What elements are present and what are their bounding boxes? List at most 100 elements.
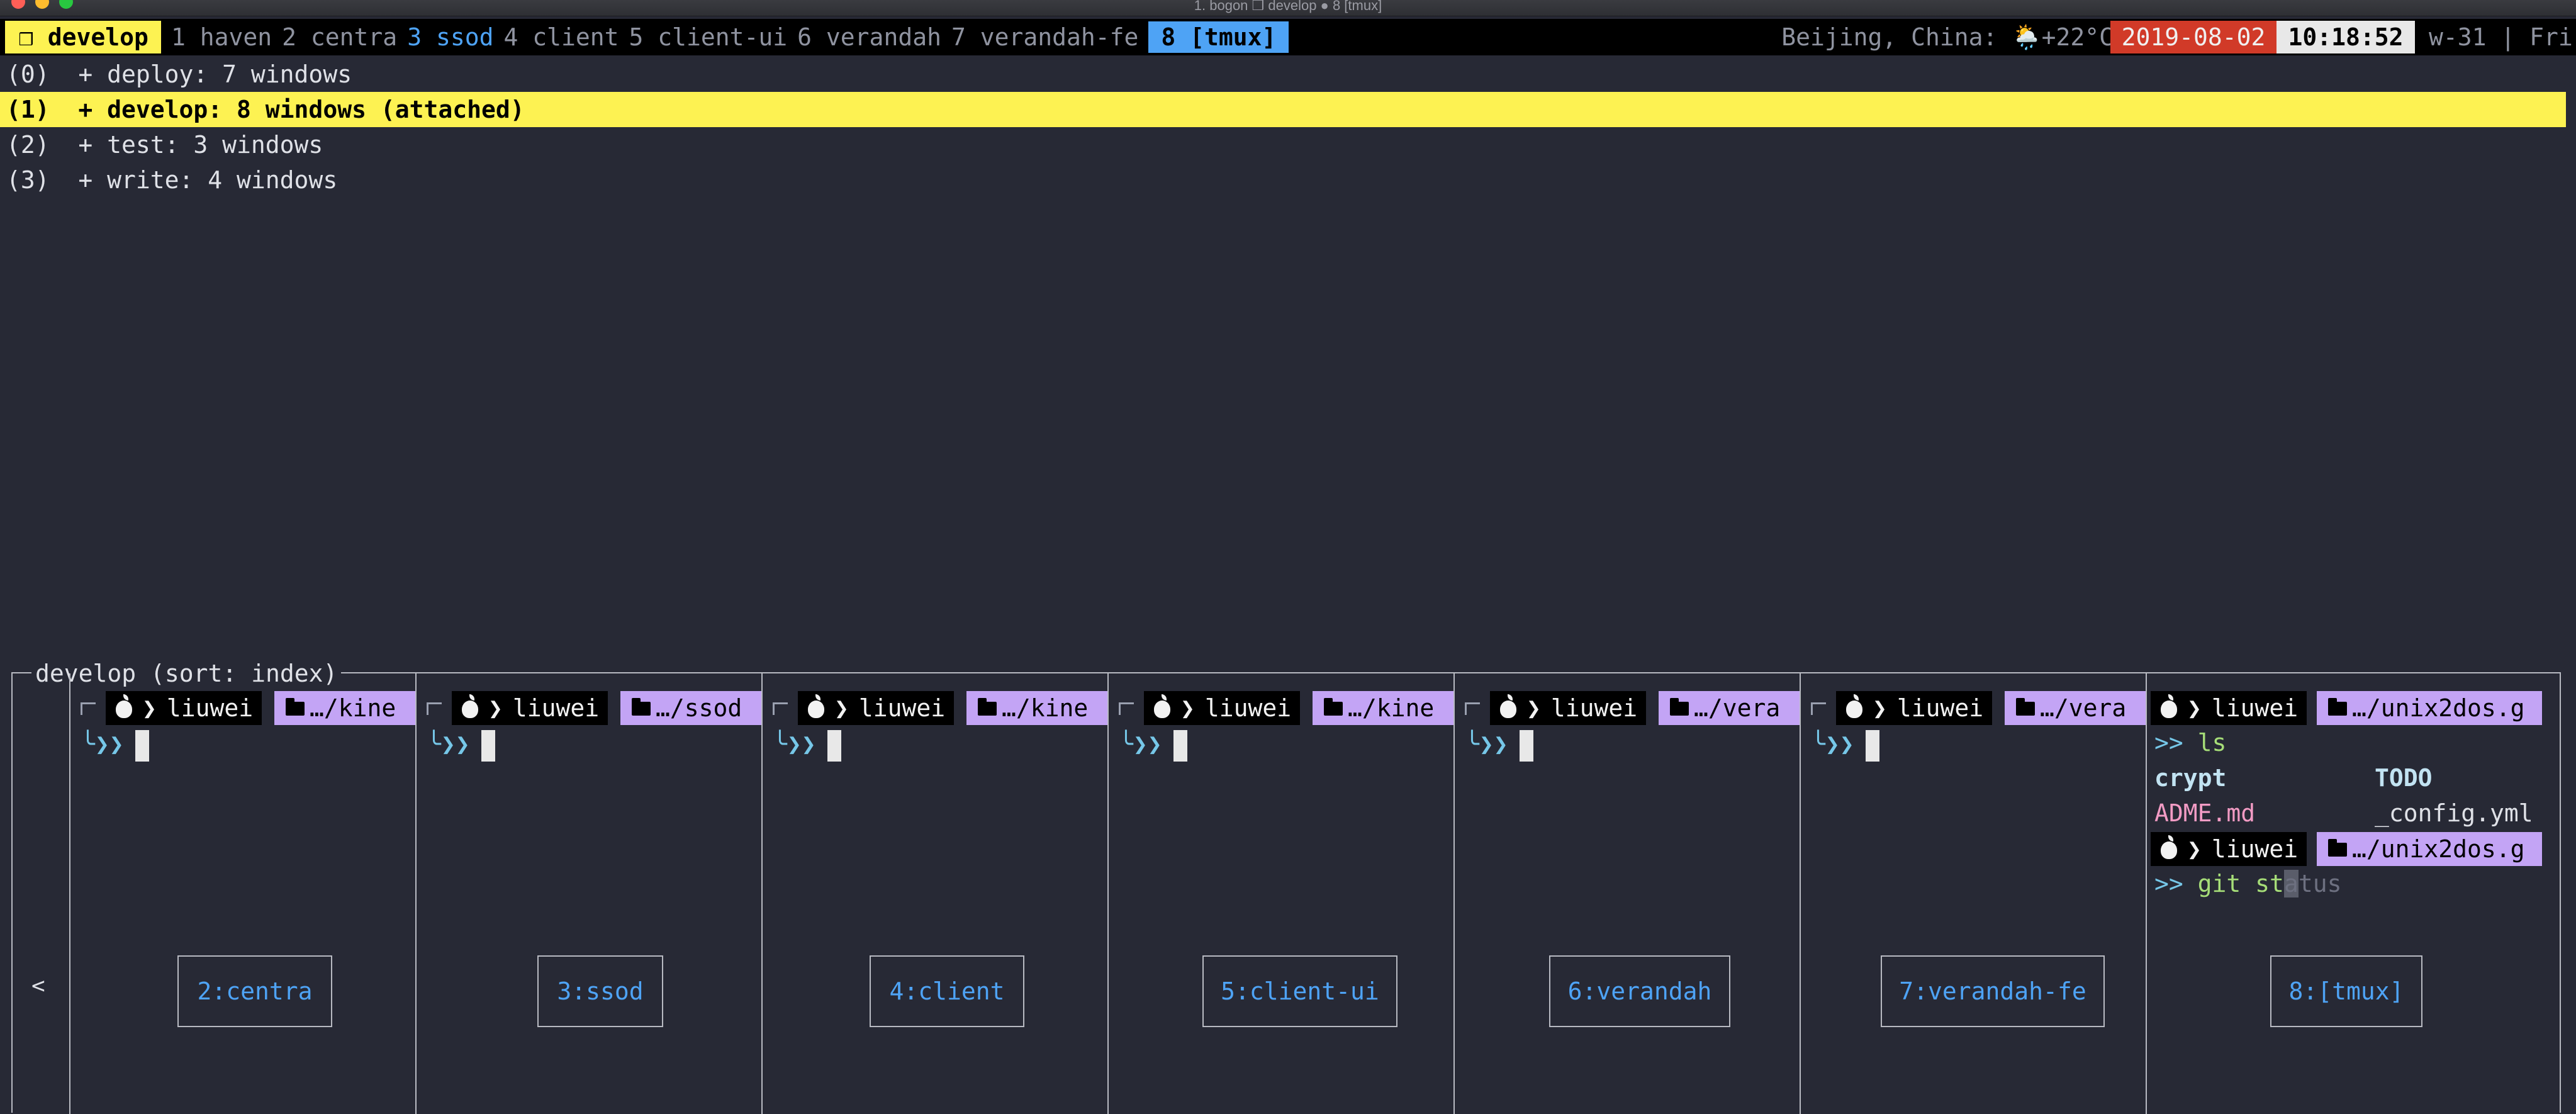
prompt-bracket-top	[773, 702, 788, 715]
prompt-line: ❯ liuwei …/ssod	[427, 689, 761, 726]
week-day-label: w-31 | Fri	[2429, 23, 2573, 51]
prompt-user-segment: ❯ liuwei	[1836, 691, 1993, 725]
session-preview: develop (sort: index) < ❯ liuwei …/kine ╰❯❯…	[11, 657, 2562, 1114]
window-preview-pane[interactable]: ❯ liuwei …/vera ╰❯❯	[1453, 673, 1800, 1114]
prompt-bracket-top	[1119, 702, 1134, 715]
continuation-arrows: ╰❯❯	[81, 730, 124, 758]
folder-icon	[978, 698, 997, 716]
prompt-path: …/vera	[2040, 694, 2127, 722]
window-label-box[interactable]: 7:verandah-fe	[1881, 955, 2105, 1027]
prompt-path-segment: …/kine	[274, 691, 415, 725]
terminal-cursor	[481, 729, 495, 762]
prompt-continuation: ╰❯❯	[427, 726, 495, 762]
date-badge: 2019-08-02	[2110, 21, 2276, 53]
ls-entry: crypt	[2154, 764, 2227, 792]
prompt-username: liuwei	[1896, 694, 1984, 722]
prompt-username: liuwei	[166, 694, 254, 722]
terminal-cursor	[827, 729, 841, 762]
prompt-user-segment: ❯ liuwei	[1144, 691, 1301, 725]
window-tab-8-current[interactable]: 8 [tmux]	[1148, 21, 1289, 53]
window-label-box[interactable]: 5:client-ui	[1202, 955, 1397, 1027]
prompt-line: ❯ liuwei …/kine	[773, 689, 1107, 726]
session-row-write[interactable]: (3) + write: 4 windows	[0, 162, 2576, 198]
prompt-continuation: ╰❯❯	[81, 726, 149, 762]
chevron-right-icon: ❯	[1180, 694, 1195, 722]
apple-icon	[1846, 694, 1862, 718]
prompt-bracket-top	[1465, 702, 1480, 715]
apple-icon	[1500, 694, 1516, 718]
window-tab-1[interactable]: 1 haven	[171, 23, 272, 51]
prompt-path-segment: …/vera	[2005, 691, 2146, 725]
prompt-user-segment: ❯ liuwei	[2151, 691, 2307, 725]
continuation-arrows: ╰❯❯	[1465, 730, 1508, 758]
prompt-path: …/ssod	[656, 694, 742, 722]
prompt-path: …/unix2dos.g	[2352, 835, 2525, 863]
continuation-arrows: ╰❯❯	[773, 730, 816, 758]
session-row-test[interactable]: (2) + test: 3 windows	[0, 127, 2576, 162]
prompt-user-segment: ❯ liuwei	[1490, 691, 1647, 725]
window-tab-7[interactable]: 7 verandah-fe	[951, 23, 1138, 51]
window-preview-pane-tmux[interactable]: ❯ liuwei …/unix2dos.g >> ls crypt TODO ADME.md…	[2146, 673, 2562, 1114]
window-preview-pane[interactable]: ❯ liuwei …/vera ╰❯❯	[1800, 673, 2146, 1114]
prompt-path-segment: …/kine	[966, 691, 1107, 725]
window-tab-4[interactable]: 4 client	[503, 23, 619, 51]
prompt-continuation: ╰❯❯	[1465, 726, 1533, 762]
apple-icon	[1154, 694, 1170, 718]
prompt-bracket-top	[1811, 702, 1826, 715]
session-row-develop-selected[interactable]: (1) + develop: 8 windows (attached)	[0, 92, 2566, 127]
weather-status: Beijing, China: 🌦️+22°C	[1781, 23, 2114, 51]
apple-icon	[2161, 694, 2177, 718]
window-list: 1 haven 2 centra 3 ssod 4 client 5 client-ui…	[171, 19, 1299, 55]
prompt-line: ❯ liuwei …/vera	[1811, 689, 2146, 726]
session-row-deploy[interactable]: (0) + deploy: 7 windows	[0, 57, 2576, 92]
folder-icon	[632, 698, 651, 716]
window-preview-pane[interactable]: ❯ liuwei …/kine ╰❯❯	[69, 673, 415, 1114]
prompt-username: liuwei	[2211, 694, 2299, 722]
prompt-bracket-top	[427, 702, 442, 715]
window-tab-6[interactable]: 6 verandah	[797, 23, 941, 51]
prompt-path: …/kine	[1002, 694, 1089, 722]
command-line-ls: >> ls	[2154, 729, 2227, 757]
prompt-path-segment: …/unix2dos.g	[2317, 832, 2542, 866]
prompt-username: liuwei	[1550, 694, 1638, 722]
command-line-git-status: >> git status	[2154, 870, 2342, 897]
window-label-box[interactable]: 4:client	[870, 955, 1024, 1027]
apple-icon	[2161, 835, 2177, 859]
prompt-user-segment: ❯ liuwei	[106, 691, 262, 725]
window-label-box[interactable]: 2:centra	[177, 955, 332, 1027]
prompt-user-segment: ❯ liuwei	[452, 691, 608, 725]
prompt-line: ❯ liuwei …/kine	[1119, 689, 1453, 726]
terminal-cursor	[135, 729, 149, 762]
ls-entry: ADME.md	[2154, 799, 2256, 827]
current-session-name: ❒ develop	[5, 21, 161, 53]
window-tab-3[interactable]: 3 ssod	[407, 23, 493, 51]
chevron-right-icon: ❯	[2187, 835, 2202, 863]
scroll-left-arrow[interactable]: <	[31, 973, 45, 999]
continuation-arrows: ╰❯❯	[427, 730, 470, 758]
window-preview-pane[interactable]: ❯ liuwei …/kine ╰❯❯	[1107, 673, 1453, 1114]
window-label-box[interactable]: 3:ssod	[537, 955, 663, 1027]
prompt-line: ❯ liuwei …/kine	[81, 689, 415, 726]
terminal-cursor	[1519, 729, 1533, 762]
continuation-arrows: ╰❯❯	[1119, 730, 1162, 758]
prompt-user-segment: ❯ liuwei	[2151, 832, 2307, 866]
window-tab-2[interactable]: 2 centra	[282, 23, 397, 51]
prompt-line: ❯ liuwei …/unix2dos.g	[2151, 691, 2542, 725]
folder-icon	[286, 698, 305, 716]
prompt-username: liuwei	[858, 694, 946, 722]
prompt-username: liuwei	[512, 694, 600, 722]
window-preview-pane[interactable]: ❯ liuwei …/ssod ╰❯❯	[415, 673, 761, 1114]
prompt-continuation: ╰❯❯	[773, 726, 841, 762]
folder-icon	[2328, 839, 2347, 857]
folder-icon	[2016, 698, 2035, 716]
prompt-path: …/kine	[310, 694, 396, 722]
session-list: (0) + deploy: 7 windows (1) + develop: 8…	[0, 57, 2576, 198]
window-label-box[interactable]: 6:verandah	[1549, 955, 1730, 1027]
window-title: 1. bogon ❒ develop ● 8 [tmux]	[1194, 0, 1382, 13]
continuation-arrows: ╰❯❯	[1811, 730, 1854, 758]
window-tab-5[interactable]: 5 client-ui	[629, 23, 788, 51]
autosuggestion: tus	[2298, 870, 2342, 897]
folder-icon	[2328, 698, 2347, 716]
window-label-box[interactable]: 8:[tmux]	[2270, 955, 2422, 1027]
window-preview-pane[interactable]: ❯ liuwei …/kine ╰❯❯	[761, 673, 1107, 1114]
